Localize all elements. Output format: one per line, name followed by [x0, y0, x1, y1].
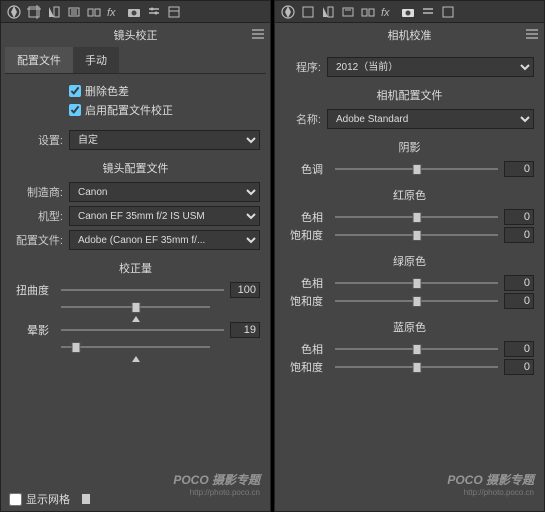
model-select[interactable]: Canon EF 35mm f/2 IS USM [69, 206, 260, 226]
blue-sat-slider[interactable] [335, 360, 498, 374]
presets-icon[interactable] [167, 5, 181, 19]
program-label: 程序: [285, 59, 321, 75]
shadow-section: 阴影 [285, 139, 534, 155]
fx-icon[interactable]: fx [381, 5, 395, 19]
menu-icon[interactable] [252, 29, 264, 42]
tab-manual[interactable]: 手动 [73, 47, 119, 73]
blue-sat-label: 饱和度 [285, 359, 329, 375]
shadow-tint-slider[interactable] [335, 162, 498, 176]
tabs: 配置文件 手动 [5, 47, 266, 74]
blue-hue-value[interactable]: 0 [504, 341, 534, 357]
blue-sat-value[interactable]: 0 [504, 359, 534, 375]
detail-icon[interactable] [67, 5, 81, 19]
name-select[interactable]: Adobe Standard [327, 109, 534, 129]
lens-icon[interactable] [87, 5, 101, 19]
distortion-track[interactable] [61, 300, 210, 314]
chk-label: 删除色差 [85, 83, 129, 99]
profile-select[interactable]: Adobe (Canon EF 35mm f/... [69, 230, 260, 250]
red-hue-slider[interactable] [335, 210, 498, 224]
red-hue-label: 色相 [285, 209, 329, 225]
show-grid[interactable]: 显示网格 [9, 491, 90, 507]
vignette-track[interactable] [61, 340, 210, 354]
profile-label: 配置文件: [11, 232, 63, 248]
enable-profile-checkbox[interactable]: 启用配置文件校正 [69, 102, 260, 118]
detail-icon[interactable] [341, 5, 355, 19]
red-sat-slider[interactable] [335, 228, 498, 242]
green-hue-slider[interactable] [335, 276, 498, 290]
right-content: 程序: 2012（当前） 相机配置文件 名称: Adobe Standard 阴… [275, 47, 544, 511]
camera-profile-section: 相机配置文件 [285, 87, 534, 103]
camera-icon[interactable] [401, 5, 415, 19]
tint-label: 色调 [285, 161, 329, 177]
crop-icon[interactable] [27, 5, 41, 19]
maker-label: 制造商: [11, 184, 63, 200]
left-iconbar: fx [1, 1, 270, 23]
camera-icon[interactable] [127, 5, 141, 19]
distortion-label: 扭曲度 [11, 282, 55, 298]
correction-amount-section: 校正量 [11, 260, 260, 276]
chk-label: 启用配置文件校正 [85, 102, 173, 118]
vignette-label: 晕影 [11, 322, 55, 338]
distortion-slider[interactable] [61, 283, 224, 297]
shadow-tint-value[interactable]: 0 [504, 161, 534, 177]
grid-size-thumb[interactable] [82, 494, 90, 504]
settings-label: 设置: [11, 132, 63, 148]
left-title: 镜头校正 [1, 23, 270, 47]
tab-profile[interactable]: 配置文件 [5, 47, 73, 73]
red-sat-label: 饱和度 [285, 227, 329, 243]
lens-icon[interactable] [361, 5, 375, 19]
green-sat-label: 饱和度 [285, 293, 329, 309]
distortion-value[interactable]: 100 [230, 282, 260, 298]
left-content: 删除色差 启用配置文件校正 设置: 自定 镜头配置文件 制造商: Canon 机… [1, 74, 270, 511]
blue-hue-slider[interactable] [335, 342, 498, 356]
sliders-icon[interactable] [421, 5, 435, 19]
blue-section: 蓝原色 [285, 319, 534, 335]
green-section: 绿原色 [285, 253, 534, 269]
green-hue-label: 色相 [285, 275, 329, 291]
sliders-icon[interactable] [147, 5, 161, 19]
lens-correction-panel: fx 镜头校正 配置文件 手动 删除色差 启用配置文件校正 设置: 自定 镜头配… [0, 0, 271, 512]
green-sat-value[interactable]: 0 [504, 293, 534, 309]
aperture-icon[interactable] [281, 5, 295, 19]
panel-title: 相机校准 [388, 27, 432, 43]
settings-select[interactable]: 自定 [69, 130, 260, 150]
program-select[interactable]: 2012（当前） [327, 57, 534, 77]
grid-label: 显示网格 [26, 491, 70, 507]
green-sat-slider[interactable] [335, 294, 498, 308]
tone-icon[interactable] [321, 5, 335, 19]
lens-profile-section: 镜头配置文件 [11, 160, 260, 176]
right-iconbar: fx [275, 1, 544, 23]
camera-calibration-panel: fx 相机校准 程序: 2012（当前） 相机配置文件 名称: Adobe St… [274, 0, 545, 512]
svg-text:fx: fx [381, 7, 390, 19]
vignette-value[interactable]: 19 [230, 322, 260, 338]
name-label: 名称: [285, 111, 321, 127]
panel-title: 镜头校正 [114, 27, 158, 43]
red-section: 红原色 [285, 187, 534, 203]
right-title: 相机校准 [275, 23, 544, 47]
aperture-icon[interactable] [7, 5, 21, 19]
blue-hue-label: 色相 [285, 341, 329, 357]
vignette-slider[interactable] [61, 323, 224, 337]
grid-checkbox[interactable] [9, 493, 22, 506]
remove-ca-checkbox[interactable]: 删除色差 [69, 83, 260, 99]
crop-icon[interactable] [301, 5, 315, 19]
presets-icon[interactable] [441, 5, 455, 19]
tone-icon[interactable] [47, 5, 61, 19]
menu-icon[interactable] [526, 29, 538, 42]
green-hue-value[interactable]: 0 [504, 275, 534, 291]
fx-icon[interactable]: fx [107, 5, 121, 19]
svg-text:fx: fx [107, 7, 116, 19]
red-sat-value[interactable]: 0 [504, 227, 534, 243]
red-hue-value[interactable]: 0 [504, 209, 534, 225]
model-label: 机型: [11, 208, 63, 224]
maker-select[interactable]: Canon [69, 182, 260, 202]
